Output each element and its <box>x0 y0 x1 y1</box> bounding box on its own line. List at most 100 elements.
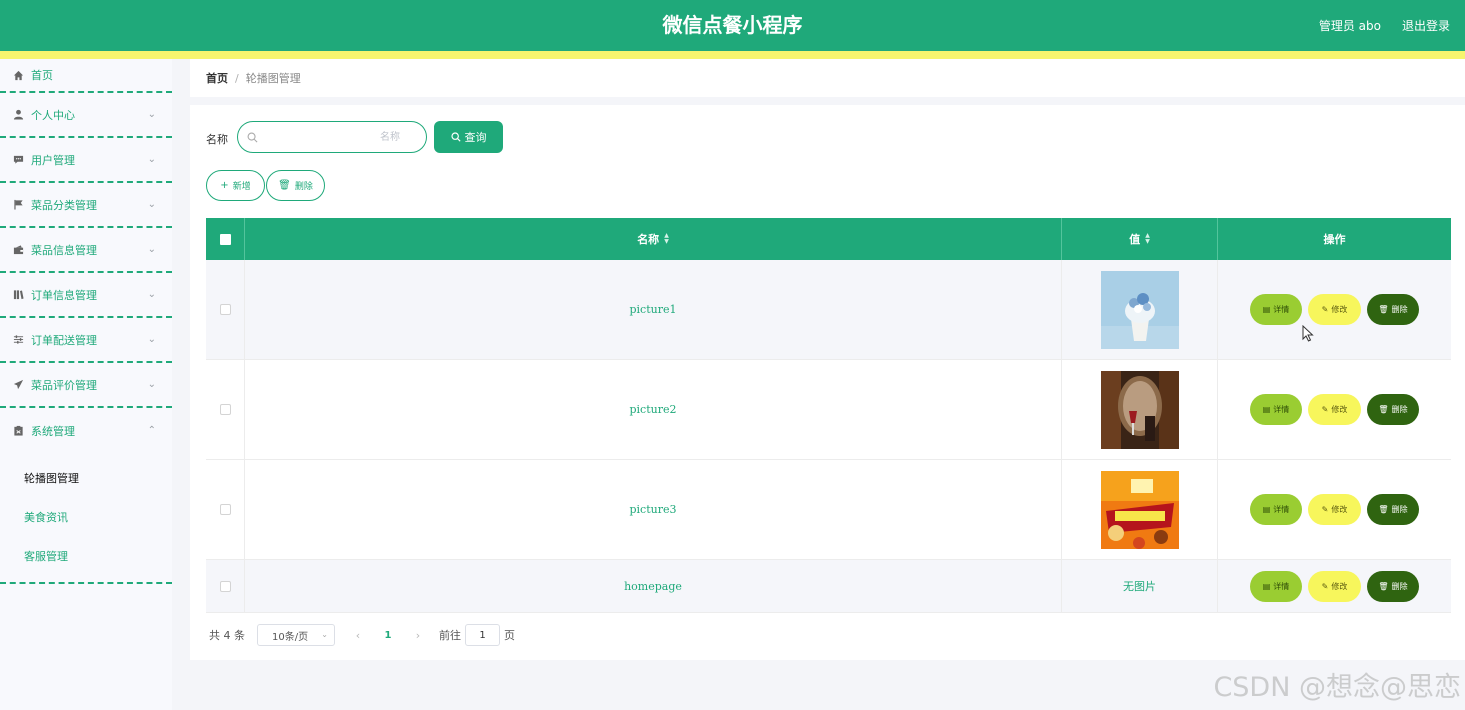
document-icon: ▤ <box>1262 505 1271 514</box>
detail-button[interactable]: ▤ 详情 <box>1250 294 1302 325</box>
trash-icon: 🗑 <box>1378 305 1389 314</box>
row-checkbox[interactable] <box>219 304 231 315</box>
sidebar-item-order-delivery[interactable]: 订单配送管理 ⌄ <box>0 318 172 363</box>
breadcrumb-home[interactable]: 首页 <box>206 70 228 86</box>
query-button[interactable]: 查询 <box>434 121 503 153</box>
carousel-table: 名称 ▲ ▼ 值 ▲ ▼ 操作 picture1 ▤ 详情 ✎ 修改 🗑 删除 … <box>206 218 1451 613</box>
system-submenu: 轮播图管理 美食资讯 客服管理 <box>0 453 172 584</box>
search-input[interactable] <box>264 126 424 148</box>
add-button[interactable]: + 新增 <box>206 170 265 201</box>
column-header-name[interactable]: 名称 ▲ ▼ <box>245 218 1062 260</box>
books-icon <box>12 289 24 301</box>
edit-button[interactable]: ✎ 修改 <box>1308 494 1361 525</box>
sidebar-item-home[interactable]: 首页 <box>0 59 172 93</box>
page-number[interactable]: 1 <box>373 630 403 641</box>
name-cell: picture1 <box>245 260 1062 359</box>
goto-page-input[interactable] <box>465 624 500 646</box>
sidebar-item-system[interactable]: 系统管理 ⌃ <box>0 408 172 453</box>
image-cell <box>1062 460 1218 559</box>
column-header-actions: 操作 <box>1218 218 1451 260</box>
column-header-value[interactable]: 值 ▲ ▼ <box>1062 218 1218 260</box>
row-checkbox[interactable] <box>219 504 231 515</box>
edit-button[interactable]: ✎ 修改 <box>1308 394 1361 425</box>
sidebar-subitem-carousel[interactable]: 轮播图管理 <box>0 459 172 498</box>
batch-delete-button-label: 删除 <box>294 182 313 192</box>
page-suffix: 页 <box>504 629 515 642</box>
delete-button-label: 删除 <box>1391 405 1408 414</box>
app-title: 微信点餐小程序 <box>662 13 803 37</box>
row-select-cell <box>206 360 245 459</box>
sidebar-item-order-info[interactable]: 订单信息管理 ⌄ <box>0 273 172 318</box>
row-checkbox[interactable] <box>219 404 231 415</box>
select-all-cell <box>206 218 245 260</box>
sidebar-item-dish-review[interactable]: 菜品评价管理 ⌄ <box>0 363 172 408</box>
edit-button-label: 修改 <box>1331 405 1348 414</box>
row-select-cell <box>206 260 245 359</box>
delete-button-label: 删除 <box>1391 505 1408 514</box>
delete-button[interactable]: 🗑 删除 <box>1367 394 1419 425</box>
table-row: picture2 ▤ 详情 ✎ 修改 🗑 删除 <box>206 360 1451 460</box>
sliders-icon <box>12 334 24 346</box>
promo-poster-image <box>1100 470 1179 549</box>
pencil-icon: ✎ <box>1321 505 1329 514</box>
trash-icon: 🗑 <box>1378 405 1389 414</box>
page-size-select[interactable]: 10条/页 ⌄ <box>257 624 335 646</box>
trash-icon: 🗑 <box>278 180 291 191</box>
image-cell <box>1062 260 1218 359</box>
edit-button[interactable]: ✎ 修改 <box>1308 294 1361 325</box>
edit-button-label: 修改 <box>1331 505 1348 514</box>
sort-icon[interactable]: ▲ ▼ <box>664 233 669 245</box>
sidebar-item-label: 菜品分类管理 <box>31 198 97 212</box>
sidebar-item-dish-category[interactable]: 菜品分类管理 ⌄ <box>0 183 172 228</box>
delete-button[interactable]: 🗑 删除 <box>1367 570 1419 602</box>
select-all-checkbox[interactable] <box>219 233 231 245</box>
detail-button[interactable]: ▤ 详情 <box>1250 570 1302 602</box>
name-cell: homepage <box>245 560 1062 612</box>
document-icon: ▤ <box>1262 405 1271 414</box>
sort-icon[interactable]: ▲ ▼ <box>1145 233 1150 245</box>
detail-button[interactable]: ▤ 详情 <box>1250 394 1302 425</box>
home-icon <box>12 69 24 81</box>
search-field[interactable] <box>237 121 427 153</box>
delete-button[interactable]: 🗑 删除 <box>1367 494 1419 525</box>
sidebar-item-users[interactable]: 用户管理 ⌄ <box>0 138 172 183</box>
add-button-label: 新增 <box>232 182 251 192</box>
sidebar-subitem-food-news[interactable]: 美食资讯 <box>0 498 172 537</box>
watermark: CSDN @想念@思恋 <box>1213 672 1461 703</box>
sidebar-item-profile[interactable]: 个人中心 ⌄ <box>0 93 172 138</box>
logout-link[interactable]: 退出登录 <box>1402 17 1450 34</box>
sidebar-item-label: 个人中心 <box>31 108 75 122</box>
detail-button-label: 详情 <box>1273 581 1290 591</box>
chevron-down-icon: ⌄ <box>147 108 156 120</box>
pagination: 共 4 条 10条/页 ⌄ ‹ 1 › 前往 页 <box>209 624 515 646</box>
detail-button[interactable]: ▤ 详情 <box>1250 494 1302 525</box>
delete-button-label: 删除 <box>1391 581 1408 591</box>
table-row: picture3 ▤ 详情 ✎ 修改 🗑 删除 <box>206 460 1451 560</box>
no-image-text: 无图片 <box>1123 580 1156 593</box>
delete-button[interactable]: 🗑 删除 <box>1367 294 1419 325</box>
detail-button-label: 详情 <box>1273 405 1290 414</box>
current-user: 管理员 abo <box>1318 19 1381 33</box>
prev-page-button[interactable]: ‹ <box>343 629 373 642</box>
sidebar-item-dish-info[interactable]: 菜品信息管理 ⌄ <box>0 228 172 273</box>
sidebar: 首页 个人中心 ⌄ 用户管理 ⌄ 菜品分类管理 ⌄ 菜品信息管理 ⌄ 订单信息管… <box>0 59 172 710</box>
edit-button[interactable]: ✎ 修改 <box>1308 570 1361 602</box>
batch-delete-button[interactable]: 🗑 删除 <box>266 170 325 201</box>
table-header: 名称 ▲ ▼ 值 ▲ ▼ 操作 <box>206 218 1451 260</box>
trash-icon: 🗑 <box>1378 581 1389 591</box>
wallet-icon <box>12 244 24 256</box>
chevron-down-icon: ⌄ <box>147 378 156 390</box>
row-checkbox[interactable] <box>219 580 231 592</box>
clipboard-icon <box>12 425 24 437</box>
next-page-button[interactable]: › <box>403 629 433 642</box>
person-icon <box>12 109 24 121</box>
column-header-label: 值 <box>1129 233 1141 246</box>
sidebar-subitem-customer-service[interactable]: 客服管理 <box>0 537 172 576</box>
chevron-down-icon: ⌄ <box>147 153 156 165</box>
edit-button-label: 修改 <box>1331 581 1348 591</box>
total-count: 共 4 条 <box>209 629 245 642</box>
bar-interior-image <box>1100 370 1179 449</box>
image-cell: 无图片 <box>1062 560 1218 612</box>
chat-icon <box>12 154 24 166</box>
actions-cell: ▤ 详情 ✎ 修改 🗑 删除 <box>1218 460 1451 559</box>
